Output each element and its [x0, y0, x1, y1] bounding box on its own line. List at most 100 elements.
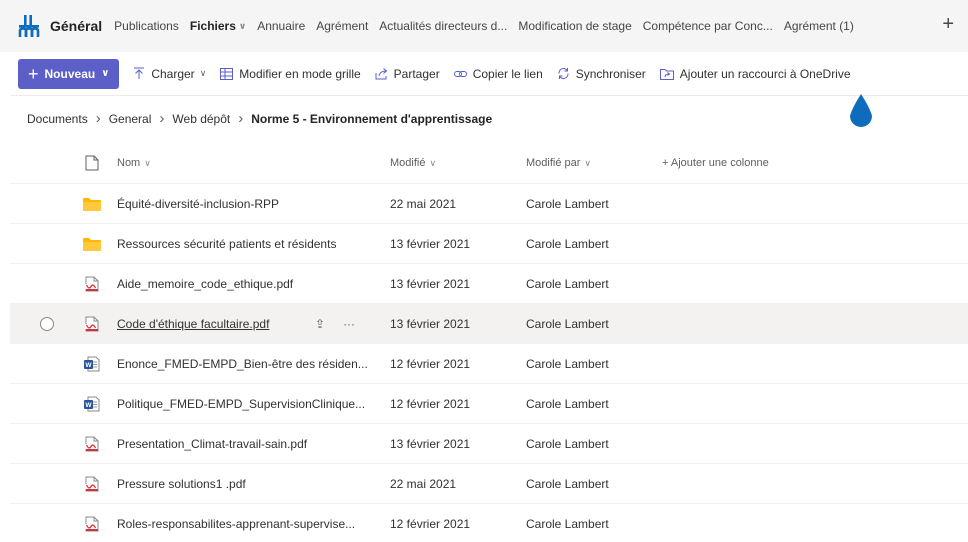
tab-label: Fichiers	[189, 19, 236, 33]
modified-date: 12 février 2021	[390, 517, 471, 531]
add-tab-icon[interactable]: +	[942, 14, 954, 34]
chevron-down-icon: ∨	[429, 157, 437, 168]
modified-date: 12 février 2021	[390, 357, 471, 371]
more-options-icon[interactable]: ···	[343, 317, 355, 331]
channel-title: Général	[50, 18, 103, 34]
tab-label: Annuaire	[257, 19, 306, 33]
toolbar-share-button[interactable]: Partager	[375, 67, 440, 81]
tab-3[interactable]: Agrément	[316, 0, 368, 52]
folder-icon	[82, 194, 102, 214]
tab-7[interactable]: Agrément (1)	[784, 0, 854, 52]
table-row[interactable]: Presentation_Climat-travail-sain.pdf 13 f…	[10, 423, 968, 463]
file-name-text: Enonce_FMED-EMPD_Bien-être des résiden..…	[117, 357, 368, 371]
table-row[interactable]: Ressources sécurité patients et résident…	[10, 223, 968, 263]
table-row[interactable]: W Enonce_FMED-EMPD_Bien-être des résiden.…	[10, 343, 968, 383]
file-name[interactable]: Presentation_Climat-travail-sain.pdf	[117, 424, 377, 464]
breadcrumb-item[interactable]: General	[109, 112, 152, 126]
file-name-text: Aide_memoire_code_ethique.pdf	[117, 277, 294, 291]
file-name[interactable]: Équité-diversité-inclusion-RPP	[117, 184, 377, 224]
modified-date: 13 février 2021	[390, 277, 471, 291]
modified-by: Carole Lambert	[526, 517, 609, 531]
toolbar-shortcut-button[interactable]: Ajouter un raccourci à OneDrive	[659, 66, 851, 81]
modified-date: 13 février 2021	[390, 237, 471, 251]
file-name[interactable]: Politique_FMED-EMPD_SupervisionClinique.…	[117, 384, 377, 424]
row-actions: ⇪ ···	[315, 304, 373, 344]
shortcut-icon	[659, 68, 674, 80]
modified-by: Carole Lambert	[526, 317, 609, 331]
table-row[interactable]: Code d'éthique facultaire.pdf ⇪ ··· 13 févr…	[10, 303, 968, 343]
add-column-button[interactable]: + Ajouter une colonne	[662, 143, 769, 183]
toolbar-item-label: Ajouter un raccourci à OneDrive	[679, 66, 851, 81]
breadcrumb-item[interactable]: Web dépôt	[172, 112, 230, 126]
chevron-down-icon: ∨	[144, 157, 151, 168]
column-header-modified[interactable]: Modifié ∨	[390, 143, 436, 183]
file-name[interactable]: Code d'éthique facultaire.pdf	[117, 304, 307, 344]
sync-icon	[557, 67, 570, 80]
pdf-file-icon	[82, 434, 102, 454]
toolbar-item-label: Synchroniser	[575, 66, 646, 81]
link-icon	[453, 69, 467, 79]
tab-2[interactable]: Annuaire	[257, 0, 305, 52]
svg-text:W: W	[85, 362, 92, 369]
tab-4[interactable]: Actualités directeurs d...	[379, 0, 507, 52]
tab-0[interactable]: Publications	[114, 0, 179, 52]
file-name[interactable]: Roles-responsabilites-apprenant-supervis…	[117, 504, 377, 542]
new-button-label: Nouveau	[44, 66, 96, 81]
modified-date: 22 mai 2021	[390, 477, 457, 491]
file-name-text: Politique_FMED-EMPD_SupervisionClinique.…	[117, 397, 366, 411]
file-name[interactable]: Aide_memoire_code_ethique.pdf	[117, 264, 377, 304]
chevron-right-icon: ›	[95, 110, 101, 127]
tab-label: Compétence par Conc...	[642, 19, 773, 33]
file-name-text: Code d'éthique facultaire.pdf	[117, 317, 270, 331]
breadcrumb-item[interactable]: Documents	[27, 112, 88, 126]
table-row[interactable]: Roles-responsabilites-apprenant-supervis…	[10, 503, 968, 542]
tab-5[interactable]: Modification de stage	[518, 0, 631, 52]
row-select-radio[interactable]	[40, 317, 54, 331]
upload-icon	[133, 67, 145, 80]
chevron-down-icon: ∨	[238, 20, 247, 31]
table-row[interactable]: W Politique_FMED-EMPD_SupervisionClinique…	[10, 383, 968, 423]
team-logo-icon[interactable]	[16, 13, 42, 39]
cursor-drop-icon	[850, 94, 872, 127]
modified-date: 13 février 2021	[390, 437, 471, 451]
tab-label: Agrément	[316, 19, 369, 33]
modified-date: 12 février 2021	[390, 397, 471, 411]
toolbar-item-label: Charger	[151, 66, 195, 81]
column-header-modified-by[interactable]: Modifié par ∨	[526, 143, 591, 183]
word-file-icon: W	[82, 354, 102, 374]
table-row[interactable]: Pressure solutions1 .pdf 22 mai 2021 Carol…	[10, 463, 968, 503]
toolbar-sync-button[interactable]: Synchroniser	[557, 67, 646, 81]
toolbar-upload-button[interactable]: Charger ∨	[133, 67, 206, 81]
file-name[interactable]: Ressources sécurité patients et résident…	[117, 224, 377, 264]
word-file-icon: W	[82, 394, 102, 414]
pdf-file-icon	[82, 274, 102, 294]
file-name-text: Pressure solutions1 .pdf	[117, 477, 246, 491]
svg-text:W: W	[85, 402, 92, 409]
grid-icon	[220, 67, 234, 80]
file-type-header-icon[interactable]	[82, 153, 102, 173]
column-header-name[interactable]: Nom ∨	[117, 143, 377, 183]
chevron-right-icon: ›	[159, 110, 165, 127]
tab-6[interactable]: Compétence par Conc...	[643, 0, 773, 52]
breadcrumb: Documents › General › Web dépôt › Norme 5 - En…	[27, 110, 492, 127]
share-icon[interactable]: ⇪	[315, 317, 325, 331]
chevron-down-icon: ∨	[101, 68, 110, 79]
channel-header: Général Publications Fichiers ∨ Annuaire Agr…	[0, 0, 968, 52]
file-list: Nom ∨ Modifié ∨ Modifié par ∨ + Ajouter une…	[10, 143, 968, 542]
toolbar-item-label: Copier le lien	[472, 66, 543, 81]
toolbar-grid-button[interactable]: Modifier en mode grille	[220, 67, 361, 81]
toolbar-link-button[interactable]: Copier le lien	[453, 66, 543, 81]
tab-1[interactable]: Fichiers ∨	[190, 0, 246, 52]
file-name[interactable]: Enonce_FMED-EMPD_Bien-être des résiden..…	[117, 344, 377, 384]
tab-label: Agrément (1)	[783, 19, 854, 33]
table-row[interactable]: Équité-diversité-inclusion-RPP 22 mai 202…	[10, 183, 968, 223]
modified-by: Carole Lambert	[526, 437, 609, 451]
new-button[interactable]: + Nouveau ∨	[18, 58, 120, 89]
file-name-text: Roles-responsabilites-apprenant-supervis…	[117, 517, 356, 531]
file-name[interactable]: Pressure solutions1 .pdf	[117, 464, 377, 504]
tab-label: Publications	[114, 19, 179, 33]
tab-list: Publications Fichiers ∨ Annuaire Agrément Act…	[114, 0, 865, 52]
chevron-right-icon: ›	[238, 110, 244, 127]
modified-date: 22 mai 2021	[390, 197, 457, 211]
table-row[interactable]: Aide_memoire_code_ethique.pdf 13 février …	[10, 263, 968, 303]
